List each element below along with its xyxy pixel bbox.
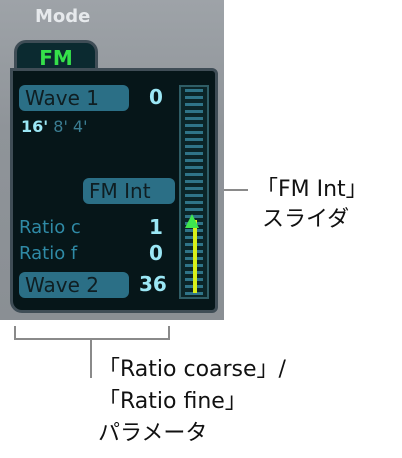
wave1-label: Wave 1 [19, 85, 129, 111]
fm-int-caption-line2: スライダ [262, 207, 350, 232]
ratio-caption-line1: 「Ratio coarse」/ [98, 357, 286, 382]
fm-int-caption-line1: 「FM Int」 [256, 177, 368, 202]
ratio-caption-line2: 「Ratio fine」 [98, 389, 247, 414]
fm-int-leader [224, 189, 248, 191]
ratio-bracket-bar [14, 338, 170, 340]
wave1-value[interactable]: 0 [149, 85, 163, 109]
wave2-value[interactable]: 36 [139, 272, 167, 296]
fm-display: Wave 1 0 16' 8' 4' FM Int Ratio c 1 Rati… [10, 68, 218, 313]
ratio-fine-value[interactable]: 0 [149, 241, 163, 265]
ratio-fine-label: Ratio f [19, 243, 78, 264]
slider-handle-icon[interactable] [185, 214, 199, 228]
slider-fill [193, 220, 197, 293]
ratio-coarse-label: Ratio c [19, 217, 81, 238]
octave-16[interactable]: 16' [21, 117, 48, 136]
ratio-leader [90, 338, 92, 378]
ratio-caption-line3: パラメータ [98, 421, 208, 446]
octave-selector: 16' 8' 4' [21, 117, 88, 136]
fm-synth-panel: Mode FM Wave 1 0 16' 8' 4' FM Int Ratio … [0, 0, 224, 320]
mode-label: Mode [35, 6, 91, 27]
wave2-label: Wave 2 [19, 272, 129, 298]
fm-int-label: FM Int [83, 178, 175, 204]
octave-others[interactable]: 8' 4' [53, 117, 87, 136]
fm-int-slider[interactable] [179, 85, 209, 299]
ratio-coarse-value[interactable]: 1 [149, 215, 163, 239]
